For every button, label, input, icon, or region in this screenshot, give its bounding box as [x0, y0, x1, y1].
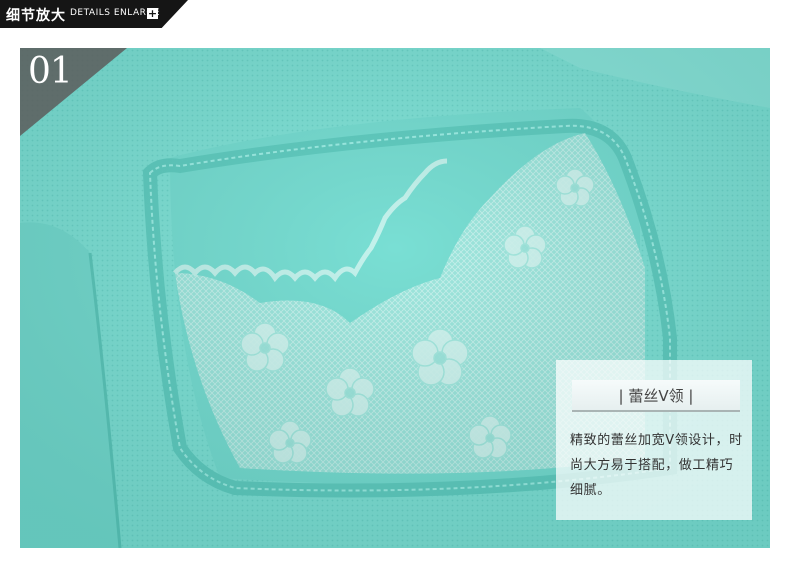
- badge-number: 01: [28, 51, 73, 92]
- info-title: | 蕾丝V领 |: [618, 387, 694, 405]
- info-title-box: | 蕾丝V领 |: [572, 380, 740, 412]
- header-title-cn: 细节放大: [6, 8, 66, 24]
- header-bar: 细节放大 DETAILS ENLARGE +: [0, 0, 790, 28]
- plus-icon: +: [147, 7, 158, 20]
- info-description: 精致的蕾丝加宽V领设计，时尚大方易于搭配，做工精巧细腻。: [570, 433, 743, 498]
- header-tab: 细节放大 DETAILS ENLARGE +: [0, 0, 188, 28]
- info-panel: | 蕾丝V领 | 精致的蕾丝加宽V领设计，时尚大方易于搭配，做工精巧细腻。: [556, 360, 752, 520]
